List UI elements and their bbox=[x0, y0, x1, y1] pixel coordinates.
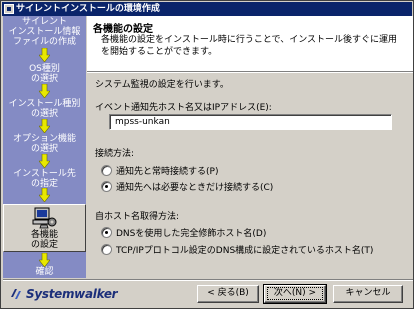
wizard-window: サイレントインストールの環境作成 サイレント インストール情報 ファイルの作成 … bbox=[0, 0, 414, 309]
radio-connect-always[interactable] bbox=[101, 165, 112, 176]
step-label: 確認 bbox=[35, 267, 54, 277]
hostname-method-label: 自ホスト名取得方法: bbox=[95, 212, 180, 222]
step-arrow-icon bbox=[39, 188, 50, 202]
cancel-button-label: キャンセル bbox=[345, 288, 391, 298]
window-title: サイレントインストールの環境作成 bbox=[16, 4, 160, 14]
hostname-dns-fqdn-option[interactable]: DNSを使用した完全修飾ホスト名(D) bbox=[101, 226, 266, 239]
computer-settings-icon bbox=[32, 207, 56, 229]
step-option-features: オプション機能 の選択 bbox=[3, 134, 86, 154]
page-title: 各機能の設定 bbox=[93, 24, 153, 35]
hostname-tcpip-option[interactable]: TCP/IPプロトコル設定のDNS構成に設定されているホスト名(T) bbox=[101, 243, 373, 256]
connect-always-option[interactable]: 通知先と常時接続する(P) bbox=[101, 164, 218, 177]
step-label: オプション機能 の選択 bbox=[12, 134, 76, 154]
event-host-label: イベント通知先ホスト名又はIPアドレス(E): bbox=[95, 103, 272, 113]
back-button[interactable]: < 戻る(B) bbox=[197, 285, 259, 303]
radio-dns-fqdn[interactable] bbox=[101, 227, 112, 238]
step-install-destination: インストール先 の指定 bbox=[3, 169, 86, 189]
systemwalker-logo-icon bbox=[11, 289, 21, 299]
footer-divider bbox=[3, 279, 413, 281]
radio-label: 通知先へは必要なときだけ接続する(C) bbox=[116, 183, 274, 193]
step-confirm: 確認 bbox=[3, 267, 86, 277]
next-button-label: 次へ(N) > bbox=[266, 287, 324, 300]
radio-label: TCP/IPプロトコル設定のDNS構成に設定されているホスト名(T) bbox=[116, 246, 374, 256]
step-os-type: OS種別 の選択 bbox=[3, 64, 86, 84]
step-feature-settings: 各機能 の設定 bbox=[3, 204, 86, 252]
event-host-input[interactable]: mpss-unkan bbox=[109, 114, 392, 130]
radio-label: DNSを使用した完全修飾ホスト名(D) bbox=[116, 229, 267, 239]
panel-subtitle: システム監視の設定を行います。 bbox=[95, 80, 229, 90]
step-arrow-icon bbox=[39, 48, 50, 62]
logo-text: Systemwalker bbox=[26, 287, 118, 301]
step-label: サイレント インストール情報 ファイルの作成 bbox=[8, 17, 81, 47]
cancel-button[interactable]: キャンセル bbox=[333, 285, 403, 303]
connect-when-needed-option[interactable]: 通知先へは必要なときだけ接続する(C) bbox=[101, 180, 273, 193]
app-icon bbox=[4, 4, 14, 14]
step-arrow-icon bbox=[39, 84, 50, 98]
radio-connect-when-needed[interactable] bbox=[101, 181, 112, 192]
next-button[interactable]: 次へ(N) > bbox=[263, 284, 327, 304]
step-arrow-icon bbox=[39, 154, 50, 168]
wizard-steps: サイレント インストール情報 ファイルの作成 OS種別 の選択 インストール種別… bbox=[3, 16, 86, 278]
step-label: インストール先 の指定 bbox=[13, 169, 76, 189]
step-create-info-file: サイレント インストール情報 ファイルの作成 bbox=[3, 17, 86, 47]
step-arrow-icon bbox=[39, 253, 50, 267]
step-label: インストール種別 の選択 bbox=[8, 99, 81, 119]
page-description: 各機能の設定をインストール時に行うことで、インストール後すぐに運用を開始すること… bbox=[101, 35, 398, 57]
page-header: 各機能の設定 各機能の設定をインストール時に行うことで、インストール後すぐに運用… bbox=[87, 16, 413, 71]
step-label: 各機能 の設定 bbox=[30, 230, 58, 250]
step-label: OS種別 の選択 bbox=[29, 64, 60, 84]
systemwalker-logo: Systemwalker bbox=[9, 285, 118, 303]
step-arrow-icon bbox=[39, 119, 50, 133]
radio-label: 通知先と常時接続する(P) bbox=[116, 167, 219, 177]
title-bar: サイレントインストールの環境作成 bbox=[2, 2, 412, 16]
back-button-label: < 戻る(B) bbox=[207, 288, 249, 298]
step-install-type: インストール種別 の選択 bbox=[3, 99, 86, 119]
connect-method-label: 接続方法: bbox=[95, 149, 135, 159]
radio-tcpip-hostname[interactable] bbox=[101, 244, 112, 255]
settings-panel: システム監視の設定を行います。 イベント通知先ホスト名又はIPアドレス(E): … bbox=[87, 73, 413, 278]
